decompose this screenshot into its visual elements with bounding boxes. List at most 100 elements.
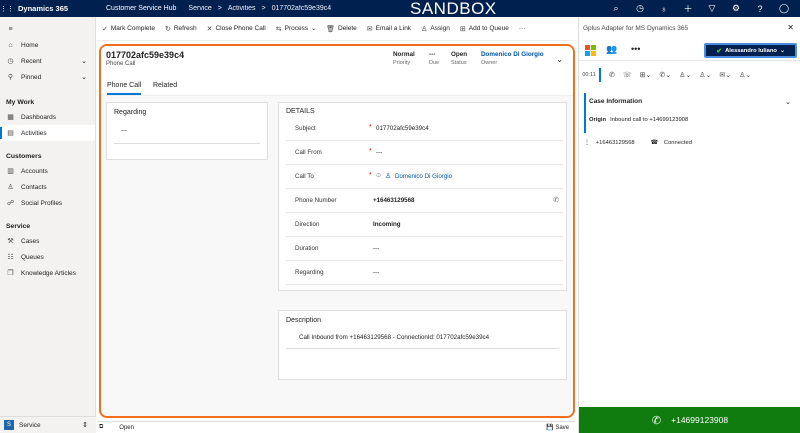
active-call-footer[interactable]: ✆ +14699123908	[579, 407, 800, 433]
case-title: Case Information	[589, 98, 643, 105]
record-icon[interactable]: ♙⌄	[739, 71, 751, 79]
agents-icon[interactable]: 👥	[606, 44, 617, 55]
call-to-link[interactable]: Domenico Di Giorgio	[395, 173, 452, 180]
nav-item-activities[interactable]: ▤ Activities	[0, 125, 95, 141]
nav-item-accounts[interactable]: ▥ Accounts	[0, 163, 95, 179]
assign-icon: ♙	[421, 25, 428, 33]
nav-item-contacts[interactable]: ♙ Contacts	[0, 179, 95, 195]
field-direction[interactable]: Direction Incoming	[286, 215, 563, 237]
hangup-icon[interactable]: ✆	[609, 71, 615, 79]
field-subject[interactable]: Subject * 017702afc59e39c4	[286, 119, 563, 141]
regarding-field-value[interactable]: ---	[373, 269, 379, 276]
nav-label: Activities	[21, 129, 47, 137]
nav-item-social-profiles[interactable]: ☍ Social Profiles	[0, 195, 95, 211]
hold-icon[interactable]: ☏	[623, 71, 632, 79]
more-icon[interactable]: •••	[631, 44, 640, 54]
wrench-icon: ⚒	[7, 238, 14, 245]
header-expand-chevron-icon[interactable]: ⌄	[556, 55, 563, 64]
nav-item-dashboards[interactable]: ▦ Dashboards	[0, 109, 95, 125]
add-icon[interactable]: ＋	[676, 2, 700, 15]
area-switcher[interactable]: S Service ⇕	[0, 416, 96, 433]
cmd-label: Assign	[430, 25, 450, 32]
activities-icon: ▤	[7, 130, 14, 137]
close-icon[interactable]: ✕	[787, 23, 794, 32]
save-icon: 💾	[546, 425, 554, 431]
open-window-icon[interactable]: ⧉	[99, 424, 103, 431]
process-button[interactable]: ⇆ Process ⌄	[271, 25, 321, 33]
keypad-icon[interactable]: ⊞⌄	[640, 71, 652, 79]
due-label: Due	[429, 60, 440, 66]
tab-related[interactable]: Related	[153, 82, 177, 89]
nav-item-queues[interactable]: ☷ Queues	[0, 249, 95, 265]
mark-complete-button[interactable]: ✓ Mark Complete	[97, 25, 160, 33]
process-icon: ⇆	[275, 25, 282, 33]
trash-icon: 🗑	[326, 25, 335, 33]
nav-item-pinned[interactable]: ⚲ Pinned ⌄	[0, 69, 95, 85]
kebab-icon[interactable]: ⋮	[584, 140, 590, 146]
consult-icon[interactable]: ♙⌄	[699, 71, 711, 79]
brand-name[interactable]: Dynamics 365	[18, 4, 100, 13]
adapter-title: Gplus Adapter for MS Dynamics 365	[583, 25, 689, 32]
save-button[interactable]: 💾 Save	[546, 424, 569, 431]
nav-group-service: Service	[6, 222, 31, 230]
crumb-service[interactable]: Service	[188, 5, 211, 12]
nav-group-my-work: My Work	[6, 98, 35, 106]
gplus-adapter-panel: Gplus Adapter for MS Dynamics 365 ✕ 👥 ••…	[578, 17, 800, 433]
phone-icon[interactable]: ✆	[553, 196, 559, 204]
nav-item-knowledge[interactable]: ❐ Knowledge Articles	[0, 265, 95, 281]
owner-link[interactable]: Domenico Di Giorgio	[481, 51, 544, 58]
description-title: Description	[286, 317, 322, 324]
top-bar: ⋮⋮ Dynamics 365 Customer Service Hub Ser…	[0, 0, 800, 17]
agent-status-button[interactable]: ✔ Alessandro Iuliano ⌄	[704, 43, 797, 58]
transfer-icon[interactable]: ✆⌄	[659, 71, 671, 79]
person-icon: ♙	[7, 184, 14, 191]
agent-name: Alessandro Iuliano	[725, 47, 777, 54]
nav-item-cases[interactable]: ⚒ Cases	[0, 233, 95, 249]
close-phone-call-button[interactable]: ✕ Close Phone Call	[202, 25, 271, 33]
conference-icon[interactable]: ♙⌄	[679, 71, 691, 79]
ready-check-icon: ✔	[716, 47, 723, 55]
nav-label: Home	[21, 41, 39, 49]
call-from-value[interactable]: ---	[376, 149, 382, 156]
field-duration[interactable]: Duration ---	[286, 239, 563, 261]
assign-button[interactable]: ♙ Assign	[416, 25, 455, 33]
tab-phone-call[interactable]: Phone Call	[107, 82, 142, 95]
description-value[interactable]: Call Inbound from +16463129568 - Connect…	[299, 334, 489, 341]
app-name[interactable]: Customer Service Hub	[106, 5, 176, 12]
subject-value[interactable]: 017702afc59e39c4	[376, 125, 429, 132]
add-to-queue-button[interactable]: ⊞ Add to Queue	[455, 25, 514, 33]
field-call-to[interactable]: Call To * ⊙ ♙ Domenico Di Giorgio	[286, 167, 563, 189]
gear-icon[interactable]: ⚙	[724, 3, 748, 14]
user-icon[interactable]: ◯	[772, 3, 796, 14]
more-commands-button[interactable]: ···	[514, 25, 531, 32]
field-regarding[interactable]: Regarding ---	[286, 263, 563, 285]
refresh-button[interactable]: ↻ Refresh	[160, 25, 202, 33]
call-party-row[interactable]: ⋮ +16463129568 ☎ Connected	[584, 137, 794, 149]
filter-icon[interactable]: ▽	[700, 3, 724, 14]
regarding-title: Regarding	[114, 109, 147, 116]
regarding-value[interactable]: ---	[121, 128, 127, 134]
task-icon[interactable]: ◷	[628, 3, 652, 14]
phone-number-value[interactable]: +16463129568	[373, 197, 414, 204]
help-icon[interactable]: ?	[748, 4, 772, 14]
nav-item-home[interactable]: ⌂ Home	[0, 37, 95, 53]
nav-toggle[interactable]: ≡	[0, 21, 95, 37]
nav-item-recent[interactable]: ◷ Recent ⌄	[0, 53, 95, 69]
idea-icon[interactable]: ♁	[652, 4, 676, 14]
party-number: +16463129568	[595, 140, 635, 146]
chevron-down-icon[interactable]: ⌄	[785, 98, 791, 106]
app-launcher-icon[interactable]: ⋮⋮	[0, 0, 14, 17]
sms-icon[interactable]: ✉⌄	[719, 71, 731, 79]
duration-value[interactable]: ---	[373, 245, 379, 252]
record-title: 017702afc59e39c4	[106, 50, 185, 60]
search-icon[interactable]: ⌕	[604, 3, 628, 14]
crumb-activities[interactable]: Activities	[228, 5, 256, 12]
email-link-button[interactable]: ✉ Email a Link	[362, 25, 416, 33]
area-name: Service	[19, 421, 41, 429]
save-label: Save	[555, 425, 569, 431]
field-call-from[interactable]: Call From * ---	[286, 143, 563, 165]
field-phone-number[interactable]: Phone Number +16463129568 ✆	[286, 191, 563, 213]
direction-value[interactable]: Incoming	[373, 221, 401, 228]
close-icon: ✕	[206, 25, 213, 33]
delete-button[interactable]: 🗑 Delete	[321, 25, 362, 33]
